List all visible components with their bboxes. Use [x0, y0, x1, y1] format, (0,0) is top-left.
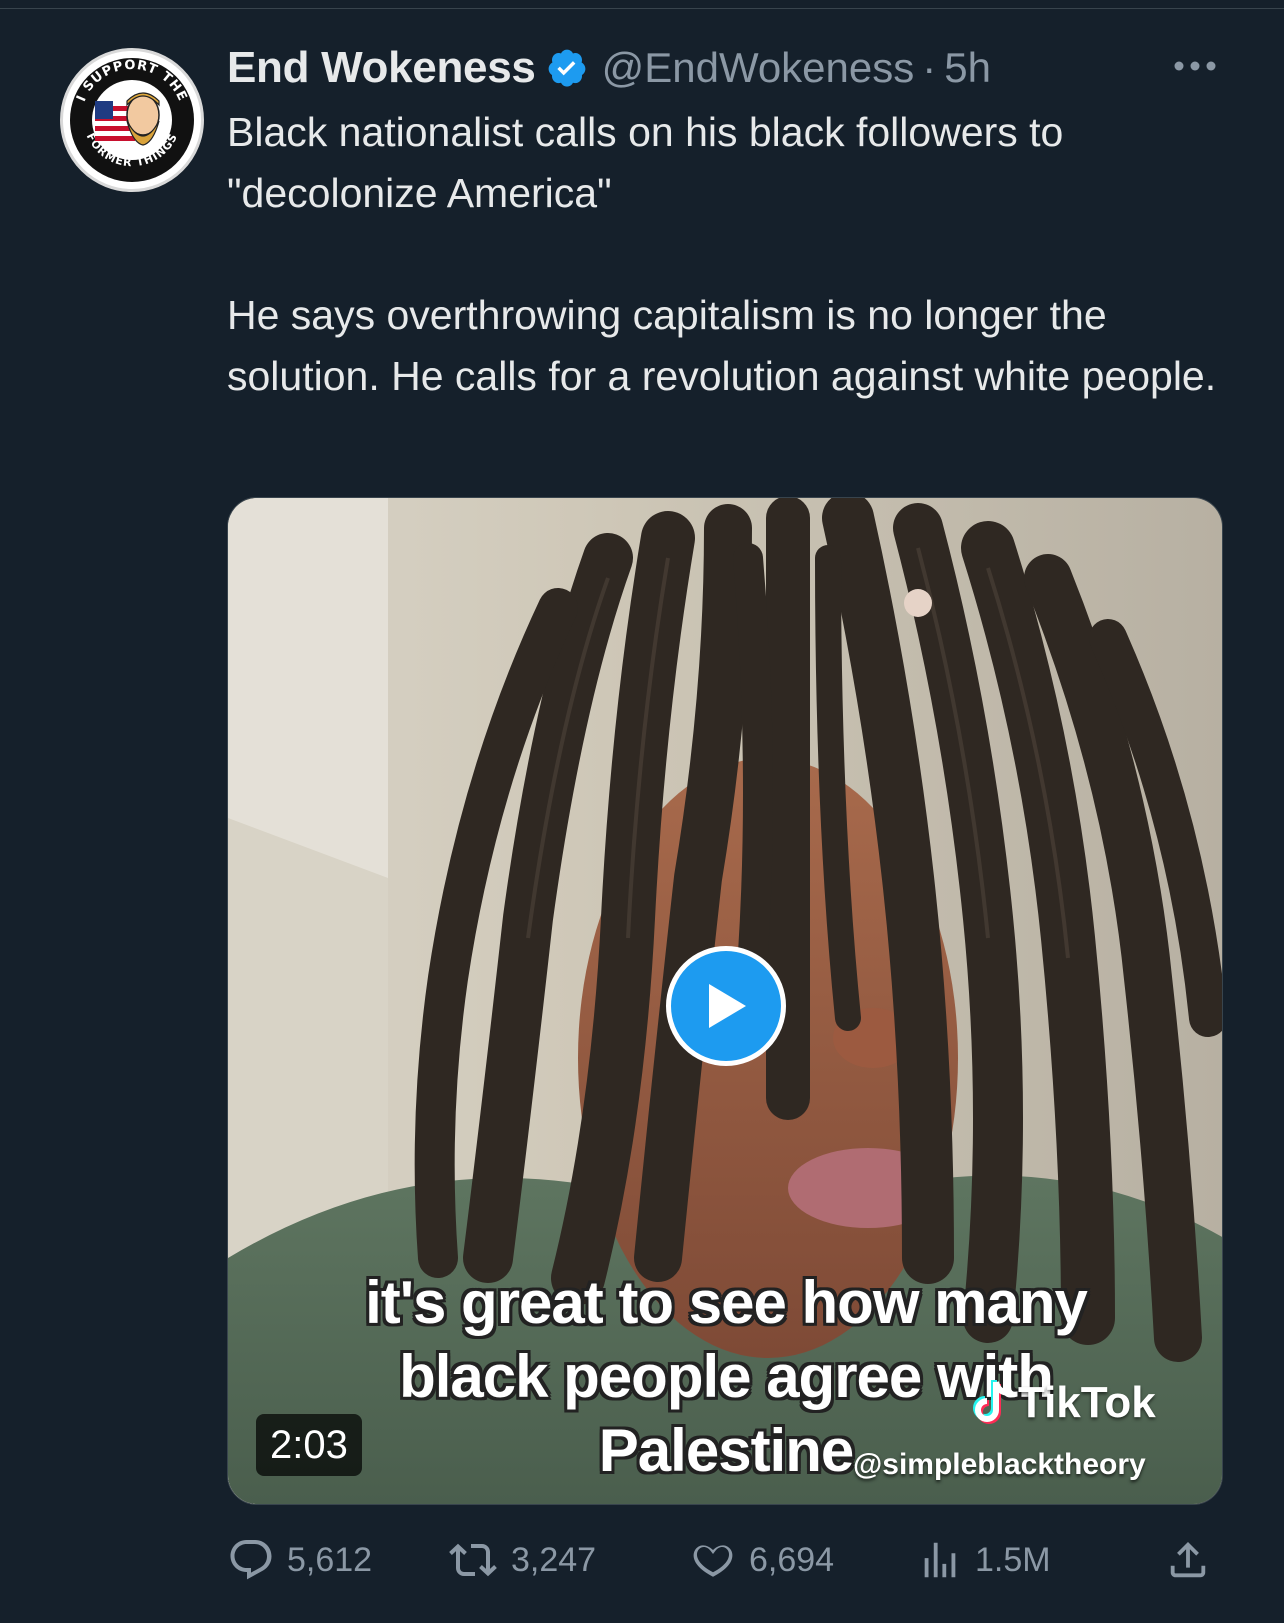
- tiktok-watermark: TikTok: [972, 1378, 1156, 1428]
- tweet-paragraph: He says overthrowing capitalism is no lo…: [227, 292, 1217, 399]
- tweet-header: End Wokeness @EndWokeness · 5h: [227, 38, 1227, 98]
- play-button[interactable]: [666, 946, 786, 1066]
- tiktok-icon: [973, 1380, 1009, 1424]
- verified-badge-icon[interactable]: [546, 47, 588, 89]
- repost-count: 3,247: [511, 1540, 597, 1579]
- like-button[interactable]: 6,694: [689, 1530, 834, 1590]
- repost-icon: [449, 1543, 497, 1577]
- repost-button[interactable]: 3,247: [447, 1530, 596, 1590]
- views-count: 1.5M: [975, 1540, 1051, 1579]
- reply-count: 5,612: [287, 1540, 373, 1579]
- play-icon: [709, 984, 746, 1028]
- video-player[interactable]: it's great to see how many black people …: [227, 497, 1223, 1505]
- tiktok-handle: @simpleblacktheory: [853, 1448, 1146, 1481]
- separator-dot: ·: [922, 44, 937, 91]
- handle[interactable]: @EndWokeness: [602, 44, 915, 92]
- timestamp[interactable]: 5h: [944, 44, 991, 92]
- more-icon[interactable]: [1170, 46, 1220, 86]
- avatar[interactable]: I SUPPORT THE FORMER THINGS: [60, 48, 204, 192]
- like-count: 6,694: [749, 1540, 835, 1579]
- reply-button[interactable]: 5,612: [227, 1530, 372, 1590]
- display-name[interactable]: End Wokeness: [227, 43, 536, 93]
- share-icon: [1170, 1541, 1206, 1578]
- tweet-text: Black nationalist calls on his black fol…: [227, 102, 1237, 407]
- action-bar: 5,612 3,247 6,694 1.5M: [227, 1530, 1227, 1590]
- tweet-paragraph: Black nationalist calls on his black fol…: [227, 109, 1064, 216]
- tiktok-brand: TikTok: [1018, 1378, 1156, 1427]
- share-button[interactable]: [1165, 1530, 1223, 1590]
- views-icon: [924, 1542, 956, 1578]
- video-duration: 2:03: [256, 1414, 362, 1476]
- views-button[interactable]: 1.5M: [917, 1530, 1051, 1590]
- avatar-logo: I SUPPORT THE FORMER THINGS: [66, 54, 198, 186]
- reply-icon: [230, 1540, 272, 1580]
- like-icon: [693, 1545, 733, 1577]
- caption-line: it's great to see how many: [365, 1269, 1088, 1336]
- tweet[interactable]: I SUPPORT THE FORMER THINGS End Wokeness: [0, 0, 1284, 1623]
